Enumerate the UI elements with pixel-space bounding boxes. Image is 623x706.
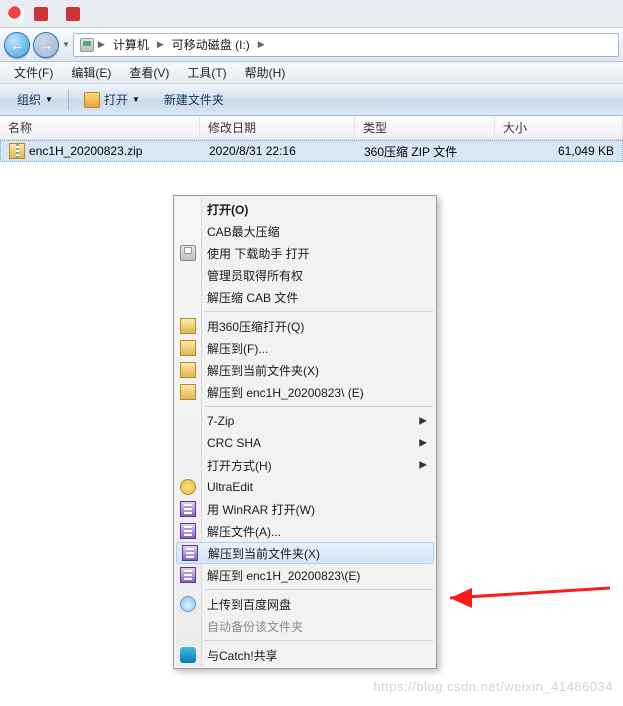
ctx-winrar-extract-here[interactable]: 解压到当前文件夹(X) — [176, 542, 434, 564]
ctx-open[interactable]: 打开(O) — [175, 198, 435, 220]
file-row[interactable]: enc1H_20200823.zip 2020/8/31 22:16 360压缩… — [0, 140, 623, 162]
nav-row: ← → ▼ ▶ 计算机 ▶ 可移动磁盘 (I:) ▶ — [0, 28, 623, 62]
ctx-winrar-extract-named[interactable]: 解压到 enc1H_20200823\(E) — [175, 564, 435, 586]
forward-button[interactable]: → — [33, 32, 59, 58]
file-type: 360压缩 ZIP 文件 — [356, 143, 496, 160]
winrar-icon — [182, 545, 198, 561]
organize-button[interactable]: 组织▼ — [8, 87, 62, 112]
file-size: 61,049 KB — [496, 144, 622, 158]
back-button[interactable]: ← — [4, 32, 30, 58]
new-folder-button[interactable]: 新建文件夹 — [155, 87, 233, 112]
column-name[interactable]: 名称 — [0, 116, 200, 139]
app-icon — [180, 245, 196, 261]
context-menu-separator — [205, 406, 433, 407]
ctx-extract-cab[interactable]: 解压缩 CAB 文件 — [175, 286, 435, 308]
column-type[interactable]: 类型 — [355, 116, 495, 139]
open-icon — [84, 92, 100, 108]
ctx-admin-ownership[interactable]: 管理员取得所有权 — [175, 264, 435, 286]
menu-tools[interactable]: 工具(T) — [179, 62, 234, 83]
browser-tab-strip — [0, 0, 623, 28]
list-header: 名称 修改日期 类型 大小 — [0, 116, 623, 140]
column-date[interactable]: 修改日期 — [200, 116, 355, 139]
open-button[interactable]: 打开▼ — [75, 87, 149, 112]
submenu-arrow-icon: ▶ — [419, 416, 427, 427]
ctx-extract-named-360[interactable]: 解压到 enc1H_20200823\ (E) — [175, 381, 435, 403]
zip-file-icon — [9, 143, 25, 159]
window-icon — [8, 6, 24, 22]
nav-history-dropdown[interactable]: ▼ — [62, 40, 73, 49]
breadcrumb-segment[interactable]: 可移动磁盘 (I:) — [168, 35, 254, 54]
menu-view[interactable]: 查看(V) — [121, 62, 177, 83]
cloud-icon — [180, 596, 196, 612]
ultraedit-icon — [180, 479, 196, 495]
ctx-winrar-open[interactable]: 用 WinRAR 打开(W) — [175, 498, 435, 520]
winrar-icon — [180, 567, 196, 583]
ctx-7zip[interactable]: 7-Zip▶ — [175, 410, 435, 432]
ctx-cab-max[interactable]: CAB最大压缩 — [175, 220, 435, 242]
ctx-extract-to[interactable]: 解压到(F)... — [175, 337, 435, 359]
context-menu-separator — [205, 640, 433, 641]
ctx-crc-sha[interactable]: CRC SHA▶ — [175, 432, 435, 454]
toolbar-separator — [68, 90, 69, 110]
menu-help[interactable]: 帮助(H) — [237, 62, 294, 83]
zip-icon — [180, 362, 196, 378]
browser-tab[interactable] — [30, 7, 56, 21]
ctx-open-with[interactable]: 打开方式(H)▶ — [175, 454, 435, 476]
zip-icon — [180, 318, 196, 334]
chevron-right-icon[interactable]: ▶ — [258, 39, 265, 50]
winrar-icon — [180, 501, 196, 517]
ctx-auto-backup: 自动备份该文件夹 — [175, 615, 435, 637]
chevron-right-icon[interactable]: ▶ — [98, 39, 105, 50]
ctx-extract-here-360[interactable]: 解压到当前文件夹(X) — [175, 359, 435, 381]
zip-icon — [180, 340, 196, 356]
submenu-arrow-icon: ▶ — [419, 438, 427, 449]
chevron-right-icon[interactable]: ▶ — [157, 39, 164, 50]
context-menu: 打开(O) CAB最大压缩 使用 下载助手 打开 管理员取得所有权 解压缩 CA… — [173, 195, 437, 669]
ctx-download-assistant[interactable]: 使用 下载助手 打开 — [175, 242, 435, 264]
menu-edit[interactable]: 编辑(E) — [63, 62, 119, 83]
ctx-catch-share[interactable]: 与Catch!共享 — [175, 644, 435, 666]
context-menu-separator — [205, 311, 433, 312]
submenu-arrow-icon: ▶ — [419, 460, 427, 471]
breadcrumb-segment[interactable]: 计算机 — [109, 35, 153, 54]
chevron-down-icon: ▼ — [45, 95, 53, 104]
ctx-ultraedit[interactable]: UltraEdit — [175, 476, 435, 498]
breadcrumb[interactable]: ▶ 计算机 ▶ 可移动磁盘 (I:) ▶ — [73, 33, 619, 57]
file-name: enc1H_20200823.zip — [29, 144, 142, 158]
context-menu-separator — [205, 589, 433, 590]
toolbar: 组织▼ 打开▼ 新建文件夹 — [0, 84, 623, 116]
chevron-down-icon: ▼ — [132, 95, 140, 104]
browser-tab[interactable] — [62, 7, 88, 21]
tab-favicon-icon — [34, 7, 48, 21]
catch-icon — [180, 647, 196, 663]
ctx-winrar-files[interactable]: 解压文件(A)... — [175, 520, 435, 542]
zip-icon — [180, 384, 196, 400]
menubar: 文件(F) 编辑(E) 查看(V) 工具(T) 帮助(H) — [0, 62, 623, 84]
column-size[interactable]: 大小 — [495, 116, 623, 139]
ctx-open-360[interactable]: 用360压缩打开(Q) — [175, 315, 435, 337]
winrar-icon — [180, 523, 196, 539]
menu-file[interactable]: 文件(F) — [6, 62, 61, 83]
ctx-baidu-upload[interactable]: 上传到百度网盘 — [175, 593, 435, 615]
tab-favicon-icon — [66, 7, 80, 21]
drive-icon — [80, 38, 94, 52]
file-date: 2020/8/31 22:16 — [201, 144, 356, 158]
